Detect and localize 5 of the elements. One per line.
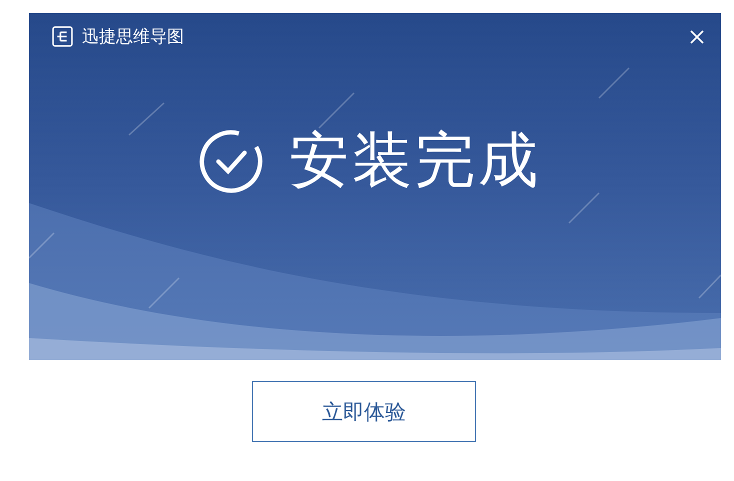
mind-map-icon xyxy=(52,26,73,47)
try-now-button[interactable]: 立即体验 xyxy=(252,381,476,442)
window-title: 迅捷思维导图 xyxy=(82,26,184,48)
check-circle-icon xyxy=(199,129,263,193)
install-complete-message: 安装完成 xyxy=(289,124,541,198)
